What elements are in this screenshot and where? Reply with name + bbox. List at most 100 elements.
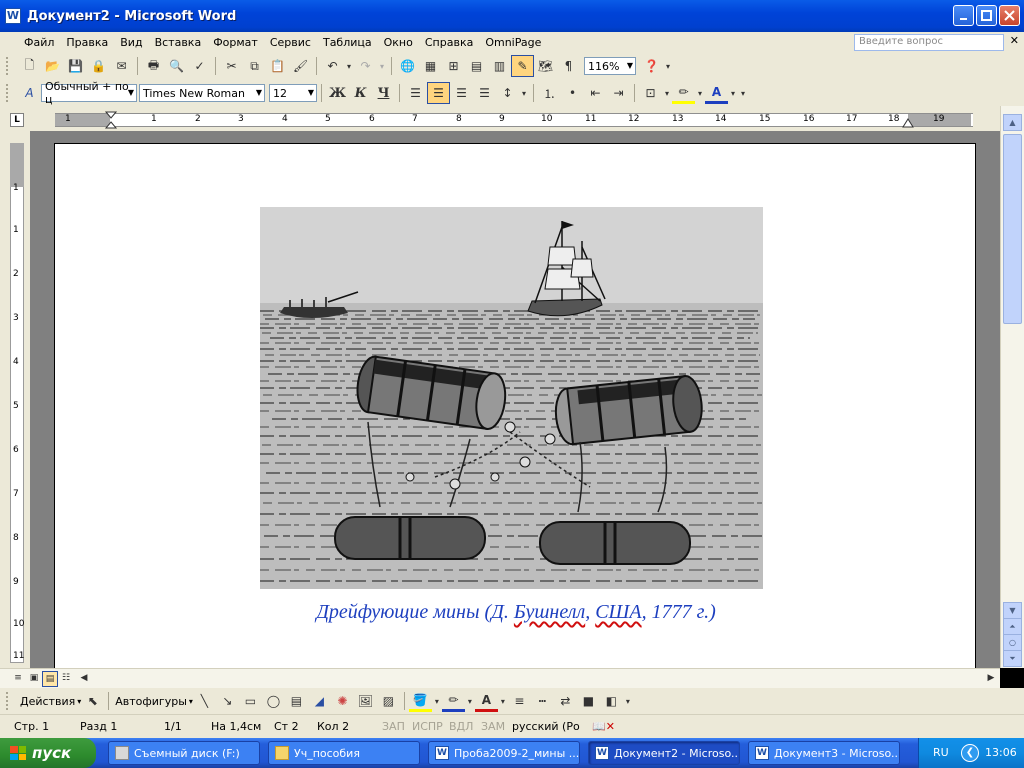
scroll-left-icon[interactable]: ◀ (76, 671, 92, 687)
3d-style-icon[interactable]: ◧ (600, 690, 623, 712)
numbering-icon[interactable]: ⒈ (538, 82, 561, 104)
font-color-dropdown-icon[interactable]: ▾ (498, 690, 508, 712)
document-map-icon[interactable]: 🗺 (534, 55, 557, 77)
line-style-icon[interactable]: ≡ (508, 690, 531, 712)
menu-format[interactable]: Формат (207, 36, 264, 49)
increase-indent-icon[interactable]: ⇥ (607, 82, 630, 104)
insert-table-icon[interactable]: ⊞ (442, 55, 465, 77)
diagram-icon[interactable]: ✺ (331, 690, 354, 712)
open-folder-icon[interactable]: 📂 (41, 55, 64, 77)
toolbar-grip[interactable] (6, 57, 10, 75)
oval-icon[interactable]: ◯ (262, 690, 285, 712)
select-objects-icon[interactable]: ⬉ (81, 690, 104, 712)
browse-object-icon[interactable]: ○ (1003, 634, 1022, 651)
line-color-icon[interactable]: ✏ (441, 690, 465, 712)
drawing-font-color-icon[interactable]: A (474, 690, 498, 712)
justify-icon[interactable]: ☰ (473, 82, 496, 104)
tables-borders-icon[interactable]: ▦ (419, 55, 442, 77)
next-page-icon[interactable]: ⏷ (1003, 650, 1022, 667)
paste-icon[interactable]: 📋 (266, 55, 289, 77)
word-icon[interactable]: W (5, 8, 21, 24)
scroll-down-icon[interactable]: ▼ (1003, 602, 1022, 619)
language-indicator[interactable]: RU (933, 746, 949, 759)
clipart-icon[interactable]: 🖼 (354, 690, 377, 712)
normal-view-icon[interactable]: ≡ (10, 671, 26, 687)
maximize-button[interactable] (976, 5, 997, 26)
cut-icon[interactable]: ✂ (220, 55, 243, 77)
taskbar-item-folder[interactable]: Уч_пособия (268, 741, 420, 765)
close-button[interactable] (999, 5, 1020, 26)
menu-help[interactable]: Справка (419, 36, 479, 49)
toolbar-grip[interactable] (6, 84, 10, 102)
right-indent-marker-icon[interactable] (902, 118, 914, 130)
status-overtype[interactable]: ЗАМ (481, 720, 505, 733)
caption-country-misspelled[interactable]: США (595, 601, 641, 623)
line-icon[interactable]: ╲ (193, 690, 216, 712)
insert-picture-icon[interactable]: ▨ (377, 690, 400, 712)
vertical-ruler[interactable]: 1 1 2 3 4 5 6 7 8 9 10 11 (0, 131, 30, 668)
status-extend[interactable]: ВДЛ (449, 720, 473, 733)
menu-tools[interactable]: Сервис (264, 36, 317, 49)
scroll-right-icon[interactable]: ▶ (983, 671, 999, 687)
align-center-icon[interactable]: ☰ (427, 82, 450, 104)
taskbar-item-document3[interactable]: W Документ3 - Microso... (748, 741, 900, 765)
permission-icon[interactable]: 🔒 (87, 55, 110, 77)
bold-button[interactable]: Ж (326, 82, 349, 104)
help-search-input[interactable]: Введите вопрос (854, 34, 1004, 51)
menu-edit[interactable]: Правка (60, 36, 114, 49)
bullets-icon[interactable]: • (561, 82, 584, 104)
style-select[interactable]: Обычный + по ц ▼ (41, 80, 137, 106)
actions-menu[interactable]: Действия (18, 695, 77, 708)
redo-dropdown-icon[interactable]: ▾ (377, 55, 387, 77)
document-page[interactable]: Дрейфующие мины (Д. Бушнелл, США, 1777 г… (54, 143, 976, 673)
document-area[interactable]: Дрейфующие мины (Д. Бушнелл, США, 1777 г… (30, 131, 1000, 673)
highlight-icon[interactable]: ✏ (672, 82, 695, 104)
email-icon[interactable]: ✉ (110, 55, 133, 77)
scroll-up-icon[interactable]: ▲ (1003, 114, 1022, 131)
figure-caption[interactable]: Дрейфующие мины (Д. Бушнелл, США, 1777 г… (55, 601, 977, 624)
toolbar-options-icon[interactable]: ▾ (623, 690, 633, 712)
status-record[interactable]: ЗАП (382, 720, 405, 733)
insert-excel-icon[interactable]: ▤ (465, 55, 488, 77)
zoom-select[interactable]: 116% ▼ (584, 57, 636, 75)
horizontal-scrollbar[interactable]: ≡ ▣ ▤ ☷ ◀ ▶ (0, 668, 1000, 688)
underline-button[interactable]: Ч (372, 82, 395, 104)
undo-dropdown-icon[interactable]: ▾ (344, 55, 354, 77)
highlight-dropdown-icon[interactable]: ▾ (695, 82, 705, 104)
line-color-dropdown-icon[interactable]: ▾ (465, 690, 475, 712)
menu-table[interactable]: Таблица (317, 36, 378, 49)
previous-page-icon[interactable]: ⏶ (1003, 618, 1022, 635)
drifting-mines-illustration[interactable] (260, 207, 763, 589)
help-icon[interactable]: ❓ (640, 55, 663, 77)
status-track-changes[interactable]: ИСПР (412, 720, 443, 733)
print-icon[interactable]: 🖶 (142, 55, 165, 77)
hyperlink-icon[interactable]: 🌐 (396, 55, 419, 77)
wordart-icon[interactable]: ◢ (308, 690, 331, 712)
align-right-icon[interactable]: ☰ (450, 82, 473, 104)
line-spacing-dropdown-icon[interactable]: ▾ (519, 82, 529, 104)
print-layout-icon[interactable]: ▤ (42, 671, 58, 687)
arrow-style-icon[interactable]: ⇄ (554, 690, 577, 712)
format-painter-icon[interactable]: 🖌 (289, 55, 312, 77)
status-language[interactable]: русский (Ро (512, 720, 580, 733)
decrease-indent-icon[interactable]: ⇤ (584, 82, 607, 104)
show-hide-icon[interactable]: ¶ (557, 55, 580, 77)
redo-icon[interactable]: ↷ (354, 55, 377, 77)
italic-button[interactable]: К (349, 82, 372, 104)
columns-icon[interactable]: ▥ (488, 55, 511, 77)
font-color-dropdown-icon[interactable]: ▾ (728, 82, 738, 104)
shadow-style-icon[interactable]: ■ (577, 690, 600, 712)
font-color-icon[interactable]: A (705, 82, 728, 104)
menu-omnipage[interactable]: OmniPage (479, 36, 547, 49)
vertical-scrollbar[interactable]: ▲ ▼ ⏶ ○ ⏷ (1000, 106, 1024, 668)
clock[interactable]: 13:06 (985, 746, 1017, 759)
copy-icon[interactable]: ⧉ (243, 55, 266, 77)
new-document-icon[interactable]: 🗋 (18, 55, 41, 77)
spelling-icon[interactable]: ✓ (188, 55, 211, 77)
font-size-select[interactable]: 12 ▼ (269, 84, 317, 102)
borders-icon[interactable]: ⊡ (639, 82, 662, 104)
undo-icon[interactable]: ↶ (321, 55, 344, 77)
line-spacing-icon[interactable]: ↕ (496, 82, 519, 104)
menu-window[interactable]: Окно (378, 36, 419, 49)
toolbar-options-icon[interactable]: ▾ (738, 82, 748, 104)
